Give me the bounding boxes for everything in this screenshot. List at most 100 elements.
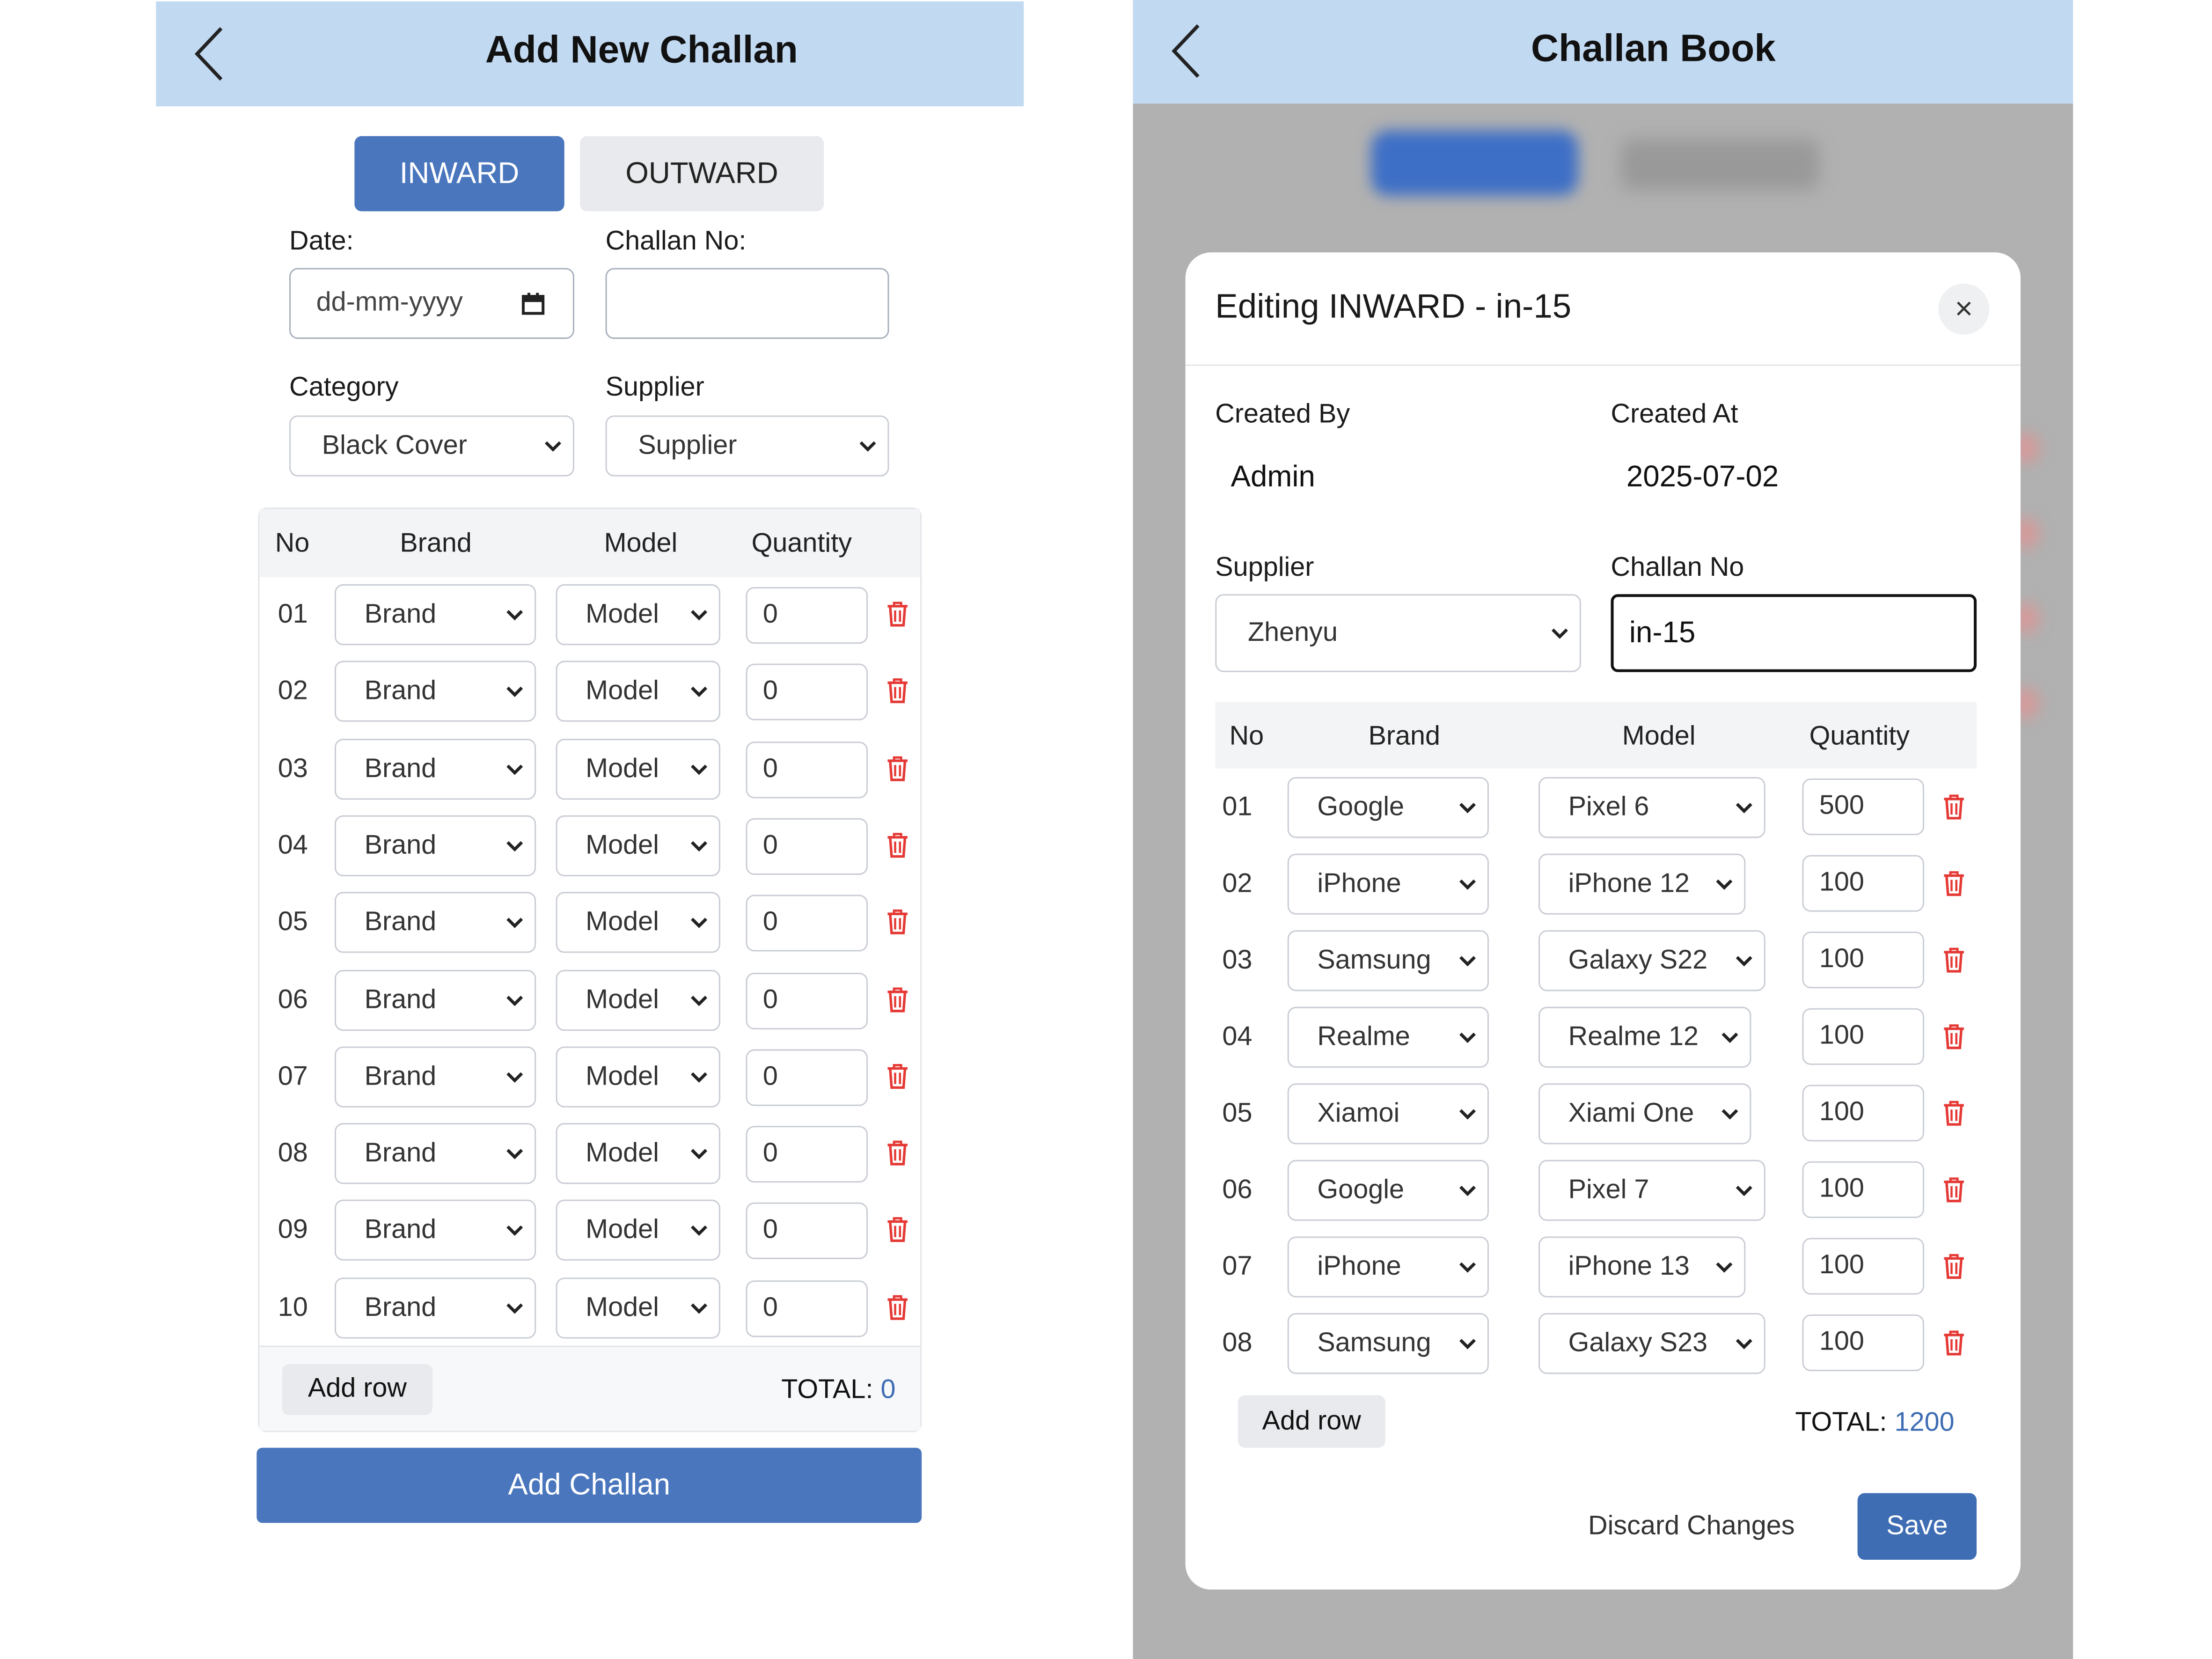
modal-brand-select[interactable]: Realme [1287,1006,1489,1068]
modal-model-select[interactable]: iPhone 13 [1538,1236,1746,1298]
discard-changes-button[interactable]: Discard Changes [1588,1512,1795,1543]
trash-icon[interactable] [886,756,908,782]
modal-brand-select[interactable]: Google [1287,777,1489,838]
trash-icon[interactable] [1942,1254,1965,1279]
modal-brand-select[interactable]: iPhone [1287,853,1489,915]
add-row-button[interactable]: Add row [282,1364,432,1416]
model-select[interactable]: Model [556,815,720,876]
modal-quantity-value: 100 [1819,1174,1864,1204]
chevron-down-icon [1459,1262,1476,1272]
trash-icon[interactable] [886,601,908,627]
modal-quantity-input[interactable]: 100 [1802,932,1925,989]
model-select[interactable]: Model [556,1046,720,1108]
brand-value: Brand [364,599,437,629]
modal-quantity-input[interactable]: 100 [1802,1238,1925,1295]
trash-icon[interactable] [1942,794,1965,820]
quantity-input[interactable]: 0 [746,818,868,875]
category-select[interactable]: Black Cover [289,415,574,477]
modal-quantity-input[interactable]: 100 [1802,855,1925,912]
brand-select[interactable]: Brand [334,661,536,722]
supplier-select[interactable]: Supplier [605,415,889,477]
brand-select[interactable]: Brand [334,892,536,953]
modal-brand-select[interactable]: Samsung [1287,930,1489,991]
model-select[interactable]: Model [556,739,720,800]
modal-quantity-input[interactable]: 100 [1802,1008,1925,1065]
quantity-input[interactable]: 0 [746,663,868,720]
model-select[interactable]: Model [556,661,720,722]
trash-icon[interactable] [1942,947,1965,973]
quantity-input[interactable]: 0 [746,895,868,952]
modal-model-select[interactable]: Galaxy S23 [1538,1313,1765,1374]
modal-model-select[interactable]: Xiami One [1538,1083,1751,1145]
close-button[interactable]: × [1938,283,1990,335]
brand-select[interactable]: Brand [334,1046,536,1108]
save-button[interactable]: Save [1857,1493,1977,1560]
modal-model-select[interactable]: Pixel 7 [1538,1160,1765,1221]
modal-add-row-button[interactable]: Add row [1238,1395,1385,1448]
modal-brand-select[interactable]: Google [1287,1160,1489,1221]
model-select[interactable]: Model [556,1199,720,1261]
modal-model-select[interactable]: Realme 12 [1538,1006,1751,1068]
brand-select[interactable]: Brand [334,1277,536,1339]
brand-select[interactable]: Brand [334,969,536,1031]
model-value: Model [586,1061,659,1091]
trash-icon[interactable] [886,678,908,704]
trash-icon[interactable] [1942,1330,1965,1356]
modal-quantity-input[interactable]: 100 [1802,1085,1925,1142]
date-input[interactable]: dd-mm-yyyy [289,268,574,339]
trash-icon[interactable] [1942,1024,1965,1050]
back-arrow-icon[interactable] [1170,22,1204,79]
brand-select[interactable]: Brand [334,1123,536,1184]
modal-supplier-select[interactable]: Zhenyu [1215,594,1581,672]
brand-select[interactable]: Brand [334,739,536,800]
modal-model-select[interactable]: Galaxy S22 [1538,930,1765,991]
model-value: Model [586,675,659,705]
quantity-input[interactable]: 0 [746,1280,868,1337]
trash-icon[interactable] [1942,1177,1965,1203]
quantity-value: 0 [762,1293,778,1323]
quantity-input[interactable]: 0 [746,1126,868,1183]
modal-model-select[interactable]: Pixel 6 [1538,777,1765,838]
modal-brand-select[interactable]: Xiamoi [1287,1083,1489,1145]
add-challan-button[interactable]: Add Challan [256,1447,922,1523]
trash-icon[interactable] [886,832,908,858]
quantity-input[interactable]: 0 [746,972,868,1030]
modal-challan-input[interactable]: in-15 [1611,594,1977,672]
model-select[interactable]: Model [556,584,720,646]
calendar-icon[interactable] [521,292,545,315]
tab-inward[interactable]: INWARD [354,136,564,212]
modal-quantity-input[interactable]: 500 [1802,778,1925,836]
trash-icon[interactable] [886,987,908,1013]
modal-brand-select[interactable]: iPhone [1287,1236,1489,1298]
row-number: 06 [278,985,308,1015]
quantity-input[interactable]: 0 [746,1049,868,1106]
brand-value: Brand [364,907,437,937]
model-select[interactable]: Model [556,892,720,953]
modal-brand-select[interactable]: Samsung [1287,1313,1489,1374]
date-label: Date: [289,227,354,257]
chevron-down-icon [1716,879,1733,889]
trash-icon[interactable] [1942,871,1965,896]
modal-model-select[interactable]: iPhone 12 [1538,853,1746,915]
model-select[interactable]: Model [556,1277,720,1339]
trash-icon[interactable] [886,909,908,935]
chevron-down-icon [1736,1185,1752,1196]
tab-outward[interactable]: OUTWARD [580,136,824,212]
quantity-input[interactable]: 0 [746,741,868,799]
quantity-input[interactable]: 0 [746,587,868,644]
trash-icon[interactable] [886,1140,908,1166]
quantity-input[interactable]: 0 [746,1202,868,1259]
modal-quantity-input[interactable]: 100 [1802,1314,1925,1372]
brand-select[interactable]: Brand [334,584,536,646]
trash-icon[interactable] [886,1064,908,1089]
model-select[interactable]: Model [556,969,720,1031]
trash-icon[interactable] [886,1295,908,1321]
modal-row-number: 05 [1222,1099,1252,1129]
challan-no-input[interactable] [605,268,889,339]
trash-icon[interactable] [1942,1101,1965,1126]
brand-select[interactable]: Brand [334,1199,536,1261]
model-select[interactable]: Model [556,1123,720,1184]
brand-select[interactable]: Brand [334,815,536,876]
trash-icon[interactable] [886,1217,908,1242]
modal-quantity-input[interactable]: 100 [1802,1161,1925,1218]
